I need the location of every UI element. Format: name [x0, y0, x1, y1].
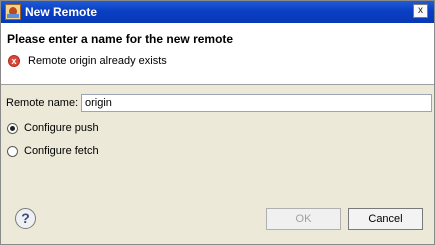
configure-push-radio[interactable] [7, 122, 18, 134]
window-title: New Remote [25, 5, 98, 19]
ok-button[interactable]: OK [266, 208, 341, 230]
dialog-heading: Please enter a name for the new remote [7, 32, 234, 46]
error-message: Remote origin already exists [28, 55, 167, 67]
help-icon[interactable]: ? [15, 208, 36, 229]
remote-name-input[interactable] [81, 94, 432, 112]
configure-push-label: Configure push [24, 122, 99, 134]
configure-fetch-label: Configure fetch [24, 145, 99, 157]
message-banner: Please enter a name for the new remote x… [1, 23, 434, 85]
configure-fetch-radio[interactable] [7, 145, 18, 157]
remote-name-label: Remote name: [6, 97, 79, 109]
cancel-button[interactable]: Cancel [348, 208, 423, 230]
configure-fetch-option[interactable]: Configure fetch [7, 145, 99, 157]
error-icon: x [8, 55, 20, 67]
configure-push-option[interactable]: Configure push [7, 122, 99, 134]
close-icon[interactable]: x [413, 4, 428, 18]
title-bar[interactable]: New Remote x [1, 1, 434, 23]
new-remote-dialog: New Remote x Please enter a name for the… [0, 0, 435, 245]
egit-icon [5, 4, 21, 20]
